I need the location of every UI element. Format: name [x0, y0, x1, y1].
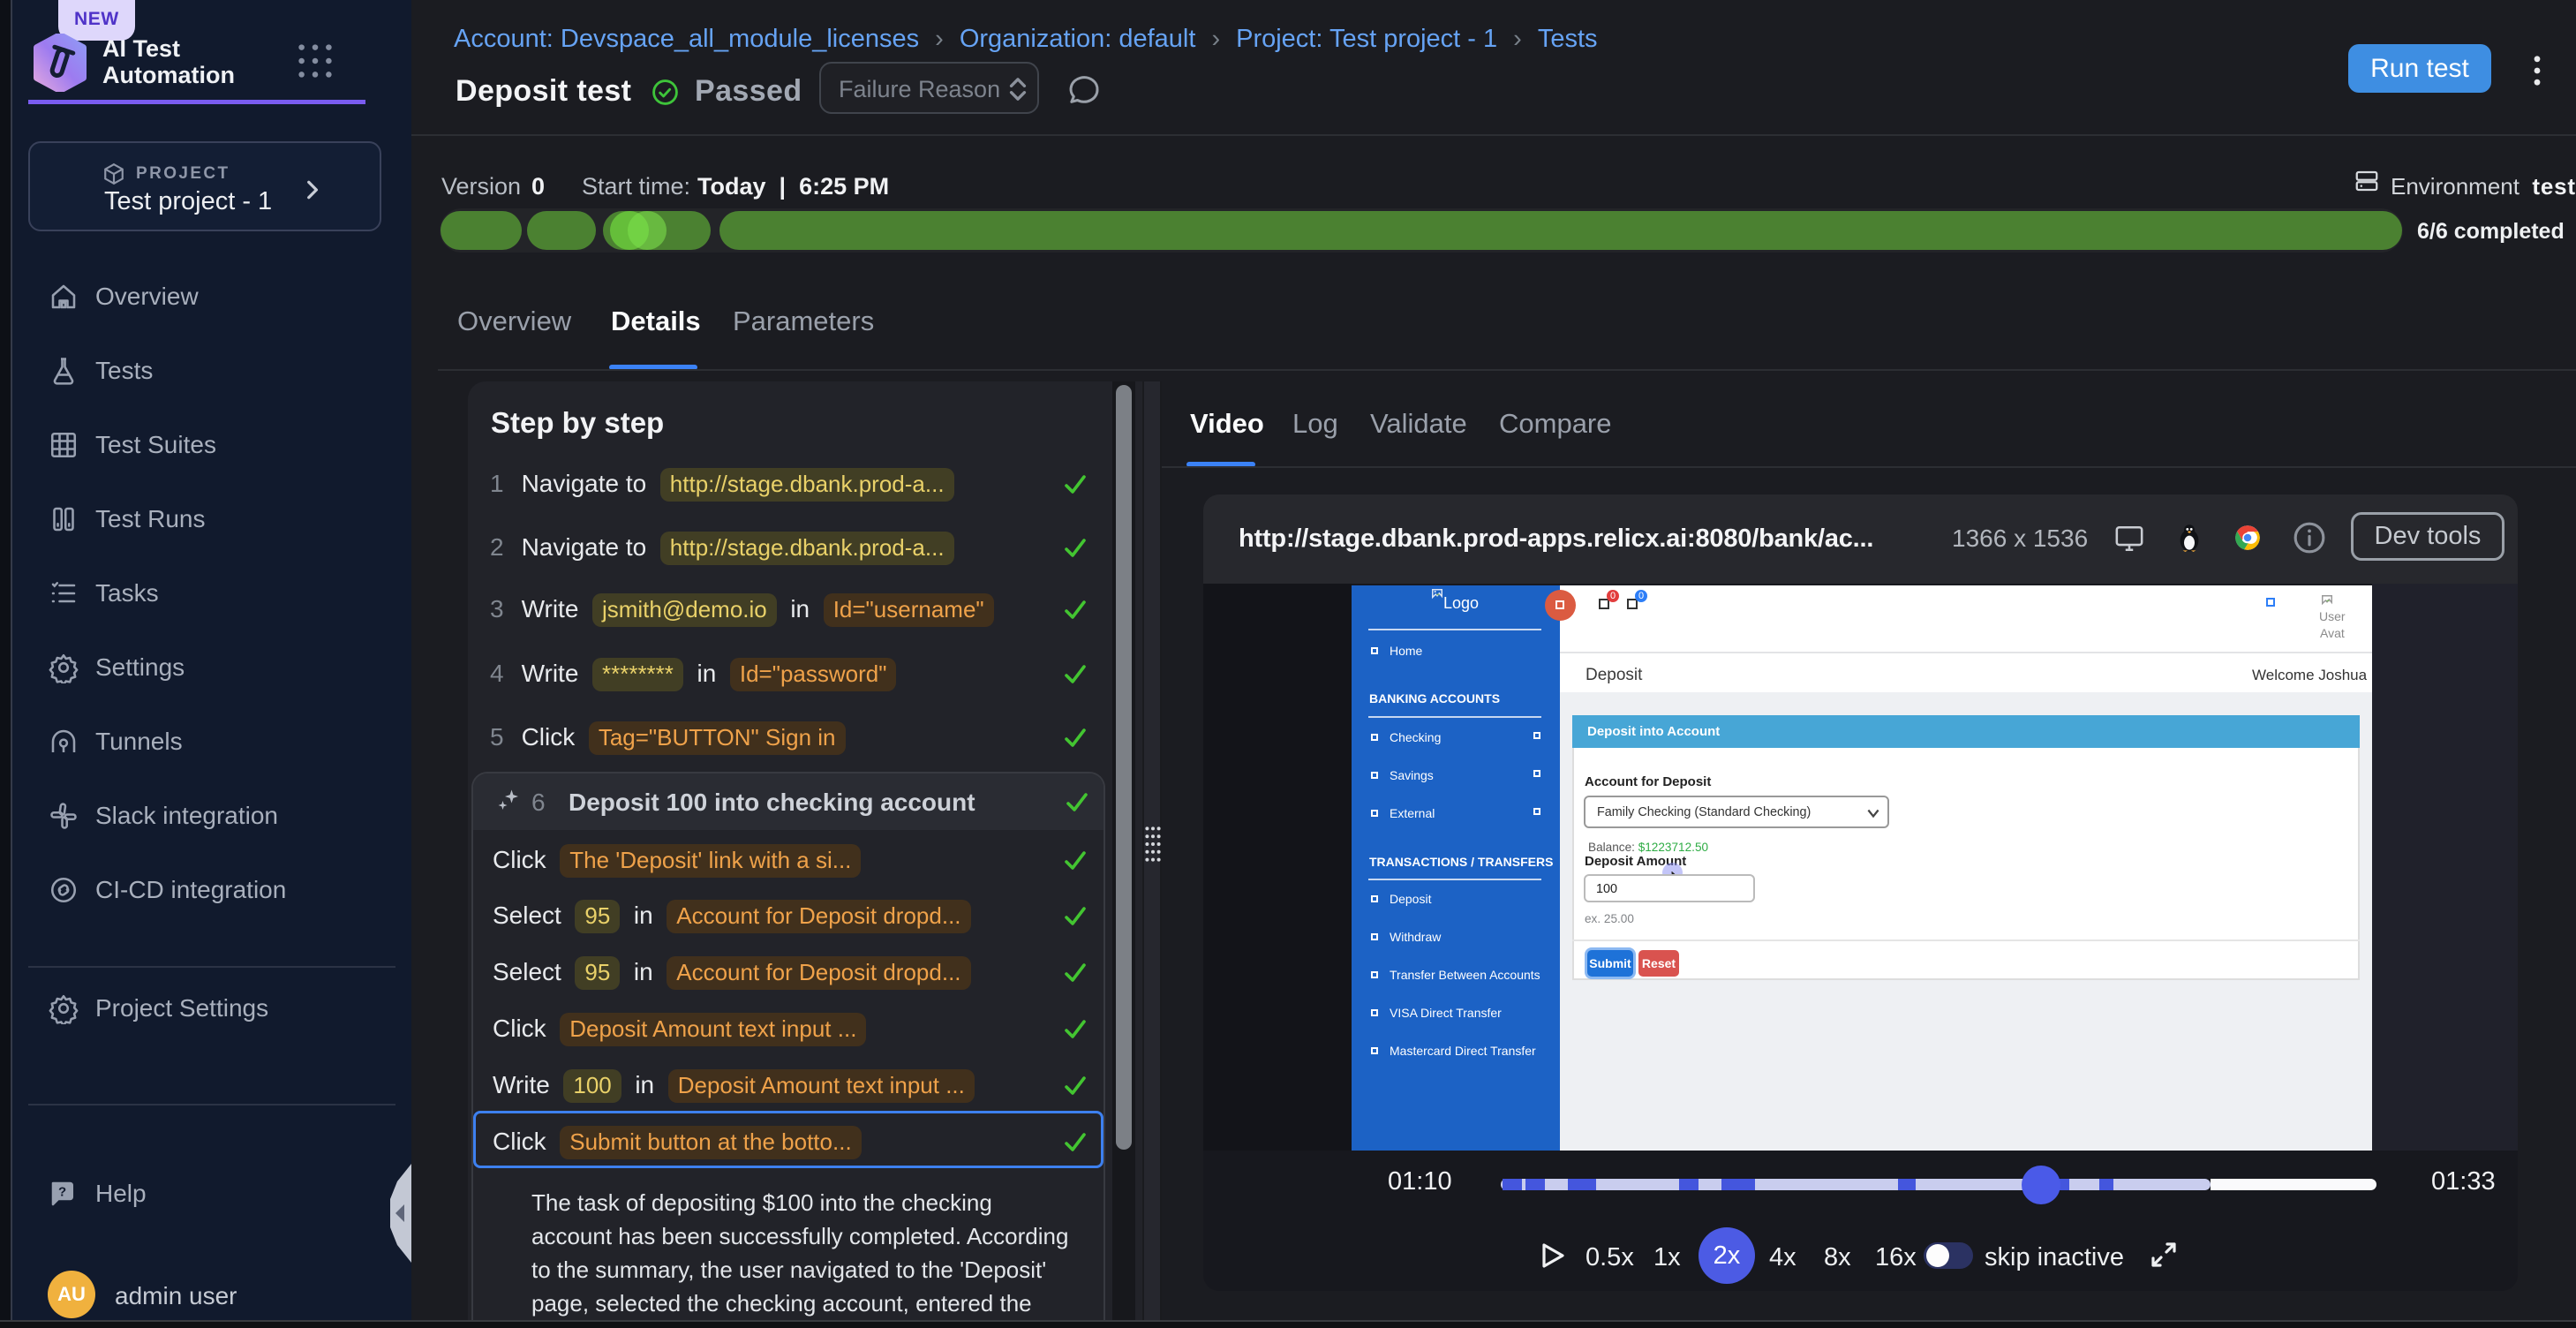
svg-text:?: ?: [58, 1184, 66, 1199]
